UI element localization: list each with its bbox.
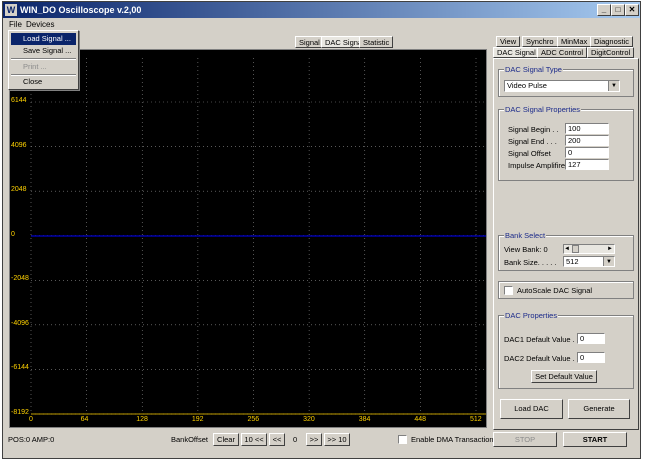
- view-bank-label: View Bank: 0: [504, 245, 548, 254]
- y-tick-label: -4096: [11, 319, 29, 327]
- status-bar: POS:0 AMP:0 BankOffset Clear 10 << << 0 …: [3, 432, 640, 448]
- load-dac-button[interactable]: Load DAC: [500, 399, 563, 419]
- bank-select-group: Bank Select View Bank: 0 ◄ ► Bank Size. …: [498, 231, 634, 271]
- tab-digit-control[interactable]: DigitControl: [587, 47, 635, 58]
- x-tick-label: 512: [470, 416, 482, 423]
- dma-label: Enable DMA Transaction: [411, 435, 494, 444]
- view-bank-scrollbar[interactable]: ◄ ►: [563, 244, 615, 254]
- settings-panel: DAC Signal Type Video Pulse ▼ DAC Signal…: [493, 58, 639, 430]
- x-tick-label: 64: [80, 416, 89, 423]
- y-tick-label: -2048: [11, 275, 29, 283]
- title-bar[interactable]: W WIN_DO Oscilloscope v.2,00 _ □ ✕: [3, 2, 640, 18]
- dac-signal-type-title: DAC Signal Type: [504, 65, 563, 74]
- chevron-down-icon[interactable]: ▼: [603, 257, 614, 266]
- back-1-button[interactable]: <<: [269, 433, 285, 446]
- forward-1-button[interactable]: >>: [306, 433, 322, 446]
- tab-minmax[interactable]: MinMax: [557, 36, 592, 47]
- file-menu-dropdown: Load Signal ... Save Signal ... Print ..…: [8, 30, 79, 90]
- y-tick-label: 6144: [11, 97, 27, 104]
- menu-save-signal[interactable]: Save Signal ...: [11, 45, 76, 57]
- menu-separator: [11, 58, 76, 60]
- oscilloscope-plot[interactable]: 6144 4096 2048 0 -2048 -4096 -6144 -8192 0 64 128…: [9, 49, 487, 428]
- tab-diagnostic[interactable]: Diagnostic: [590, 36, 634, 47]
- bank-offset-label: BankOffset: [171, 435, 208, 444]
- x-tick-label: 320: [303, 416, 315, 423]
- dac-signal-type-value: Video Pulse: [507, 81, 547, 90]
- signal-begin-label: Signal Begin . .: [508, 125, 559, 134]
- position-amplitude-readout: POS:0 AMP:0: [8, 435, 55, 444]
- impulse-amplifire-input[interactable]: 127: [565, 159, 609, 170]
- tab-statistic[interactable]: Statistic: [359, 36, 394, 48]
- minimize-button[interactable]: _: [597, 4, 611, 16]
- back-10-button[interactable]: 10 <<: [241, 433, 267, 446]
- app-window: W WIN_DO Oscilloscope v.2,00 _ □ ✕ File …: [2, 1, 641, 459]
- bank-select-title: Bank Select: [504, 231, 547, 240]
- dac2-default-label: DAC2 Default Value . .: [504, 354, 579, 363]
- dac2-default-input[interactable]: 0: [577, 352, 605, 363]
- maximize-button[interactable]: □: [611, 4, 625, 16]
- bank-size-select[interactable]: 512 ▼: [563, 256, 615, 267]
- tab-adc-control[interactable]: ADC Control: [537, 47, 588, 58]
- close-button[interactable]: ✕: [625, 4, 639, 16]
- menu-load-signal[interactable]: Load Signal ...: [11, 33, 76, 45]
- y-tick-label: 4096: [11, 141, 27, 149]
- plot-grid-svg: [30, 58, 486, 415]
- x-tick-label: 128: [136, 416, 148, 423]
- bank-size-label: Bank Size. . . . .: [504, 258, 557, 267]
- dac-signal-type-select[interactable]: Video Pulse ▼: [504, 80, 620, 92]
- impulse-amplifire-label: Impulse Amplifire: [508, 161, 566, 170]
- x-tick-label: 192: [191, 416, 204, 423]
- dac-properties-group: DAC Properties DAC1 Default Value . . 0 …: [498, 311, 634, 389]
- autoscale-label: AutoScale DAC Signal: [517, 286, 593, 295]
- y-tick-label: 0: [11, 230, 15, 238]
- x-tick-label: 0: [29, 416, 33, 423]
- tab-synchro[interactable]: Synchro: [522, 36, 558, 47]
- y-tick-label: 2048: [11, 186, 27, 194]
- menu-close[interactable]: Close: [11, 76, 76, 88]
- bank-size-value: 512: [566, 257, 579, 266]
- forward-10-button[interactable]: >> 10: [324, 433, 350, 446]
- chevron-down-icon[interactable]: ▼: [608, 81, 619, 91]
- x-tick-label: 256: [247, 416, 260, 423]
- dac-signal-type-group: DAC Signal Type Video Pulse ▼: [498, 65, 634, 97]
- tab-dac-signal-settings[interactable]: DAC Signal: [493, 47, 540, 58]
- window-title: WIN_DO Oscilloscope v.2,00: [20, 5, 142, 15]
- clear-button[interactable]: Clear: [213, 433, 239, 446]
- x-tick-label: 384: [358, 416, 371, 423]
- tab-signal[interactable]: Signal: [295, 36, 324, 48]
- start-button[interactable]: START: [563, 432, 627, 447]
- bank-offset-value: 0: [293, 435, 298, 444]
- tab-view[interactable]: View: [496, 36, 521, 47]
- dac1-default-input[interactable]: 0: [577, 333, 605, 344]
- dac-signal-properties-group: DAC Signal Properties Signal Begin . . 1…: [498, 105, 634, 181]
- y-tick-label: -8192: [11, 409, 29, 416]
- app-icon: W: [5, 4, 17, 16]
- scroll-thumb[interactable]: [572, 245, 579, 253]
- dac-signal-properties-title: DAC Signal Properties: [504, 105, 582, 114]
- signal-offset-label: Signal Offset: [508, 149, 551, 158]
- dac-properties-title: DAC Properties: [504, 311, 559, 320]
- y-tick-label: -6144: [11, 364, 29, 372]
- signal-begin-input[interactable]: 100: [565, 123, 609, 134]
- generate-button[interactable]: Generate: [568, 399, 630, 419]
- signal-end-input[interactable]: 200: [565, 135, 609, 146]
- scroll-left-icon[interactable]: ◄: [564, 244, 570, 254]
- signal-end-label: Signal End . . .: [508, 137, 557, 146]
- stop-button[interactable]: STOP: [493, 432, 557, 447]
- scroll-right-icon[interactable]: ►: [607, 244, 613, 254]
- dma-checkbox[interactable]: [398, 435, 407, 444]
- autoscale-group: AutoScale DAC Signal: [498, 281, 634, 299]
- x-tick-label: 448: [414, 416, 427, 423]
- menu-print: Print ...: [23, 62, 47, 71]
- menu-bar: File Devices: [3, 18, 640, 32]
- set-default-value-button[interactable]: Set Default Value: [531, 370, 597, 383]
- autoscale-checkbox[interactable]: [504, 286, 513, 295]
- dac1-default-label: DAC1 Default Value . .: [504, 335, 579, 344]
- signal-offset-input[interactable]: 0: [565, 147, 609, 158]
